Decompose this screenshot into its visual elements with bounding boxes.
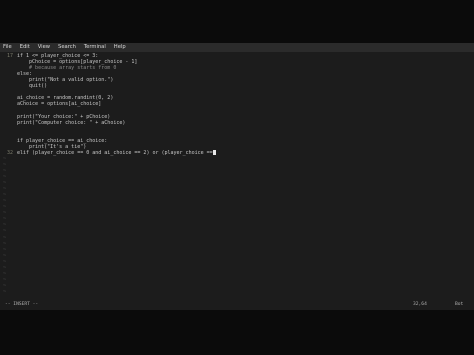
mode-indicator: -- INSERT --	[5, 302, 39, 307]
screen-background: File Edit View Search Terminal Help 17 if…	[0, 0, 474, 355]
menu-terminal[interactable]: Terminal	[80, 43, 110, 52]
code-text: aChoice = options[ai_choice]	[17, 101, 102, 108]
code-text: print("Computer choice: " + aChoice)	[17, 119, 126, 126]
menu-bar: File Edit View Search Terminal Help	[0, 43, 474, 52]
scroll-position: Bot	[455, 302, 464, 307]
tilde-marker: ~	[3, 288, 7, 295]
code-text: quit()	[17, 83, 48, 90]
text-cursor	[212, 149, 216, 155]
terminal-window: File Edit View Search Terminal Help 17 if…	[0, 43, 474, 310]
code-text: elif (player_choice == 0 and ai_choice =…	[17, 149, 216, 156]
menu-search[interactable]: Search	[54, 43, 80, 52]
menu-view[interactable]: View	[34, 43, 54, 52]
vim-status-bar: -- INSERT -- 32,64 Bot	[0, 301, 474, 309]
vim-editor[interactable]: 17 if 1 <= player_choice <= 3: pChoice = …	[0, 53, 474, 299]
menu-edit[interactable]: Edit	[16, 43, 34, 52]
cursor-position: 32,64	[413, 302, 427, 307]
line-number: 17	[6, 53, 13, 59]
menu-file[interactable]: File	[0, 43, 16, 52]
menu-help[interactable]: Help	[110, 43, 130, 52]
